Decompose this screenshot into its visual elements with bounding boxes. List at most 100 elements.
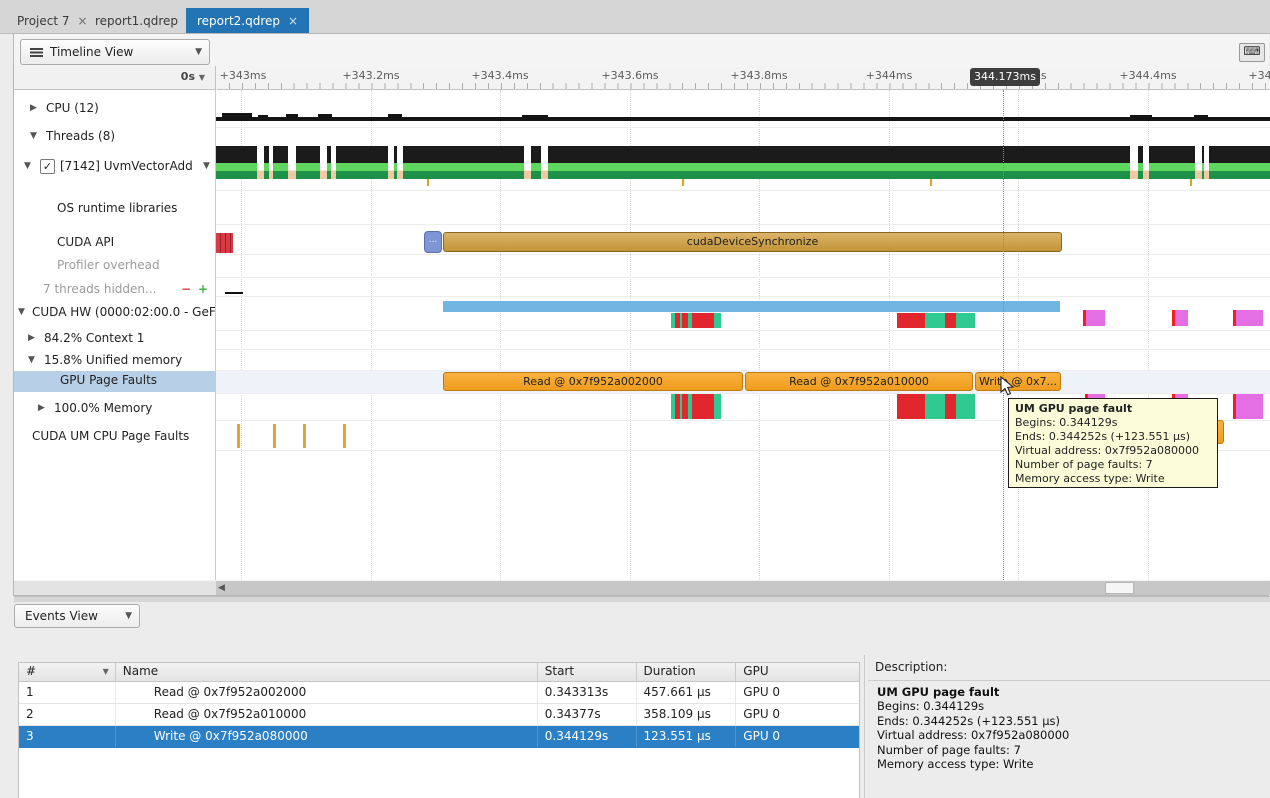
thread-gap <box>320 146 327 179</box>
thread-gap <box>1143 146 1149 179</box>
column-header-num[interactable]: #▼ <box>19 663 116 681</box>
add-thread-icon[interactable]: + <box>198 277 208 301</box>
view-selector-dropdown[interactable]: Timeline View ▼ <box>20 39 210 65</box>
thread-state-bar-black[interactable] <box>216 146 1270 163</box>
remove-thread-icon[interactable]: − <box>181 277 191 301</box>
thread-state-bar-darkgreen[interactable] <box>216 171 1270 179</box>
cuda-api-event-bar[interactable] <box>216 233 233 253</box>
gpu-page-fault-bar[interactable]: Read @ 0x7f952a002000 <box>443 372 743 391</box>
chevron-down-icon[interactable]: ▼ <box>18 300 25 324</box>
column-header-gpu[interactable]: GPU <box>736 663 859 681</box>
tree-row-label: OS runtime libraries <box>57 196 177 220</box>
memory-kernel-cluster[interactable] <box>897 394 975 419</box>
chevron-down-icon[interactable]: ▼ <box>203 154 210 178</box>
cpu-page-fault-tick[interactable] <box>273 424 276 448</box>
cell-num: 1 <box>19 682 116 703</box>
chevron-right-icon[interactable]: ▶ <box>38 396 45 420</box>
thread-event-tick <box>1190 179 1192 186</box>
description-separator <box>868 680 1270 681</box>
memory-kernel-cluster[interactable] <box>671 394 721 419</box>
gpu-page-fault-bar[interactable]: Read @ 0x7f952a010000 <box>745 372 973 391</box>
kernel-segment <box>956 313 975 328</box>
scrollbar-thumb[interactable] <box>1105 582 1134 594</box>
tree-row-profiler-overhead[interactable]: Profiler overhead <box>14 253 215 277</box>
thread-visibility-checkbox[interactable]: ✓ <box>40 159 55 174</box>
kernel-segment <box>897 394 925 419</box>
chevron-down-icon[interactable]: ▼ <box>30 124 37 148</box>
tooltip-title: UM GPU page fault <box>1015 402 1211 416</box>
table-row[interactable]: 2 Read @ 0x7f952a010000 0.34377s 358.109… <box>19 704 859 726</box>
events-table-header: #▼ Name Start Duration GPU <box>19 663 859 682</box>
gpu-page-fault-bar[interactable]: Write @ 0x7... <box>975 372 1061 391</box>
row-separator <box>216 296 1270 297</box>
timeline-ruler[interactable]: +343ms +343.2ms +343.4ms +343.6ms +343.8… <box>217 66 1270 90</box>
context1-memory-event[interactable] <box>1172 310 1188 326</box>
description-line: Ends: 0.344252s (+123.551 µs) <box>877 714 1267 728</box>
description-line: Memory access type: Write <box>877 757 1267 771</box>
tree-row-threads-hidden[interactable]: 7 threads hidden... − + <box>14 277 215 301</box>
events-view-label: Events View <box>25 609 98 623</box>
tree-row-unified-memory[interactable]: ▼ 15.8% Unified memory <box>14 348 215 372</box>
tree-row-label: CUDA API <box>57 230 114 254</box>
thread-event-tick <box>682 179 684 186</box>
tree-row-uvmvectoradd[interactable]: ▼ ✓ [7142] UvmVectorAdd ▼ <box>14 154 215 178</box>
chevron-right-icon[interactable]: ▶ <box>28 326 35 350</box>
timeline-origin-header[interactable]: 0s ▼ <box>14 66 216 90</box>
keyboard-shortcuts-button[interactable]: ⌨ <box>1239 43 1265 62</box>
ruler-tick: +343.8ms <box>730 69 787 82</box>
chevron-down-icon[interactable]: ▼ <box>24 154 31 178</box>
context1-kernel-cluster[interactable] <box>671 313 721 328</box>
table-row[interactable]: 1 Read @ 0x7f952a002000 0.343313s 457.66… <box>19 682 859 704</box>
timeline-canvas[interactable]: ... cudaDeviceSynchronize Read @ 0x7f952… <box>216 90 1270 580</box>
horizontal-scrollbar[interactable]: ◀ <box>216 581 1270 595</box>
tab-report2-active[interactable]: report2.qdrep × <box>186 8 309 33</box>
thread-gap <box>541 146 548 179</box>
context1-memory-event[interactable] <box>1233 310 1263 326</box>
column-header-duration[interactable]: Duration <box>637 663 737 681</box>
column-header-name[interactable]: Name <box>116 663 538 681</box>
tab-label: Project 7 <box>17 14 70 28</box>
tree-row-cuda-hw[interactable]: ▼ CUDA HW (0000:02:00.0 - GeF <box>14 300 215 324</box>
tree-row-memory[interactable]: ▶ 100.0% Memory <box>14 396 215 420</box>
tree-row-os-runtime[interactable]: OS runtime libraries <box>14 196 215 220</box>
tab-label: report1.qdrep <box>95 14 178 28</box>
tree-row-cuda-api[interactable]: CUDA API <box>14 230 215 254</box>
close-icon[interactable]: × <box>288 14 298 28</box>
row-separator <box>216 254 1270 255</box>
tree-row-label: [7142] UvmVectorAdd <box>60 154 193 178</box>
tree-row-um-cpu-page-faults[interactable]: CUDA UM CPU Page Faults <box>14 424 215 448</box>
cpu-page-fault-tick[interactable] <box>237 424 240 448</box>
memory-transfer-event[interactable] <box>1233 394 1263 419</box>
table-row-selected[interactable]: 3 Write @ 0x7f952a080000 0.344129s 123.5… <box>19 726 859 748</box>
description-line: Virtual address: 0x7f952a080000 <box>877 728 1267 742</box>
panel-splitter[interactable] <box>14 596 1270 602</box>
cuda-api-event-bar[interactable]: cudaDeviceSynchronize <box>443 232 1062 252</box>
cpu-page-fault-tick[interactable] <box>303 424 306 448</box>
context1-kernel-cluster[interactable] <box>897 313 975 328</box>
tooltip-line: Number of page faults: 7 <box>1015 458 1211 472</box>
column-header-start[interactable]: Start <box>538 663 637 681</box>
cpu-page-fault-tick[interactable] <box>343 424 346 448</box>
thread-gap <box>269 146 273 179</box>
ruler-tick: +344.4ms <box>1119 69 1176 82</box>
tree-row-cpu[interactable]: ▶ CPU (12) <box>14 96 215 120</box>
chevron-right-icon[interactable]: ▶ <box>30 96 37 120</box>
events-view-dropdown[interactable]: Events View ▼ <box>14 604 140 628</box>
kernel-running-bar[interactable] <box>443 301 1060 312</box>
kernel-segment <box>692 394 714 419</box>
scroll-left-arrow-icon[interactable]: ◀ <box>218 583 225 593</box>
kernel-segment <box>945 394 956 419</box>
chevron-down-icon[interactable]: ▼ <box>28 348 35 372</box>
ruler-tick: +344.6ms <box>1248 69 1270 82</box>
tree-row-context1[interactable]: ▶ 84.2% Context 1 <box>14 326 215 350</box>
context1-memory-event[interactable] <box>1083 310 1105 326</box>
row-separator <box>216 349 1270 350</box>
tree-row-label: GPU Page Faults <box>60 370 157 391</box>
sort-desc-icon[interactable]: ▼ <box>103 667 109 676</box>
thread-state-bar-lightgreen[interactable] <box>216 163 1270 171</box>
collapsed-events-chip[interactable]: ... <box>424 231 442 253</box>
tree-row-threads[interactable]: ▼ Threads (8) <box>14 124 215 148</box>
thread-gap <box>397 146 403 179</box>
tree-row-gpu-page-faults[interactable]: GPU Page Faults <box>14 370 215 391</box>
cell-num: 2 <box>19 704 116 725</box>
